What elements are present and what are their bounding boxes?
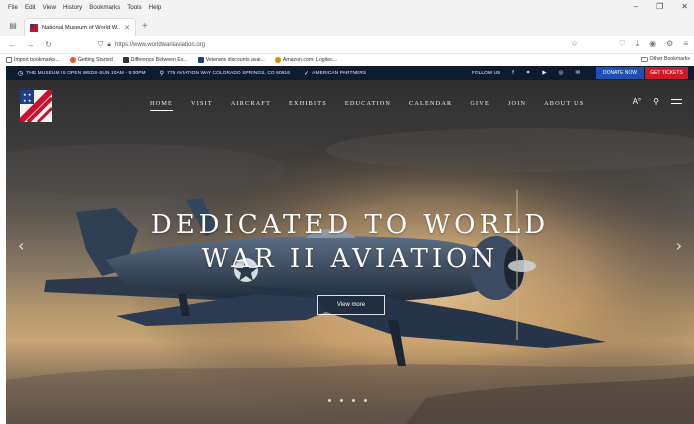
clock-icon: ◷: [18, 70, 24, 77]
slider-dots: [328, 399, 367, 402]
follow-label: FOLLOW US: [472, 70, 501, 76]
lock-icon[interactable]: 🔒︎: [107, 41, 111, 49]
url-text[interactable]: https://www.worldwariiaviation.org: [115, 42, 205, 48]
import-icon: [6, 57, 12, 63]
menu-file[interactable]: File: [8, 4, 18, 11]
shield-icon[interactable]: ⛉: [98, 41, 103, 49]
address-info[interactable]: ⚲ 775 AVIATION WAY COLORADO SPRINGS, CO …: [160, 70, 290, 77]
other-bookmarks[interactable]: Other Bookmarks: [640, 56, 690, 62]
nav-join[interactable]: JOIN: [508, 100, 526, 107]
window-controls: – ❐ ✕: [634, 2, 688, 11]
tab-title: National Museum of World W...: [42, 24, 121, 31]
bookmark-veterans[interactable]: Veterans discounts avai...: [197, 57, 265, 63]
menu-bookmarks[interactable]: Bookmarks: [89, 4, 120, 11]
menu-edit[interactable]: Edit: [25, 4, 36, 11]
slide-dot[interactable]: [340, 399, 343, 402]
follow-us: FOLLOW US f ✦ ▶ ◎ ✉: [472, 66, 580, 80]
menu-tools[interactable]: Tools: [127, 4, 141, 11]
slider-next-arrow-icon[interactable]: ›: [676, 236, 682, 255]
nav-give[interactable]: GIVE: [470, 100, 490, 107]
museum-logo[interactable]: ★ ★ ★ ★: [20, 90, 52, 122]
slider-prev-arrow-icon[interactable]: ‹: [18, 236, 24, 255]
nav-calendar[interactable]: CALENDAR: [409, 100, 452, 107]
nav-exhibits[interactable]: EXHIBITS: [289, 100, 327, 107]
youtube-icon[interactable]: ▶: [542, 70, 546, 76]
menu-history[interactable]: History: [63, 4, 82, 11]
text-size-icon[interactable]: A°: [633, 97, 642, 106]
get-tickets-button[interactable]: GET TICKETS: [645, 67, 688, 79]
account-icon[interactable]: ◉: [649, 39, 656, 49]
hero-headline-line1: DEDICATED TO WORLD: [150, 210, 550, 240]
facebook-icon[interactable]: f: [512, 70, 514, 76]
minimize-button[interactable]: –: [634, 2, 638, 11]
svg-text:★ ★: ★ ★: [23, 98, 32, 103]
bookmarks-bar: Import bookmarks... Getting Started Diff…: [0, 54, 694, 66]
maximize-button[interactable]: ❐: [656, 2, 663, 11]
tab-bar: ▤ National Museum of World W... ✕ +: [0, 14, 694, 36]
new-tab-icon[interactable]: +: [142, 21, 148, 32]
nav-education[interactable]: EDUCATION: [345, 100, 391, 107]
bookmark-amazon[interactable]: Amazon.com: Logitec...: [274, 57, 337, 63]
close-tab-icon[interactable]: ✕: [124, 24, 130, 32]
tab-list-icon[interactable]: ▤: [6, 18, 20, 32]
site-icon: [197, 57, 204, 63]
reload-icon[interactable]: ↻: [44, 40, 53, 49]
hero-tools: A° ⚲: [633, 97, 682, 106]
forward-icon[interactable]: →: [26, 40, 35, 49]
hours-info: ◷ THE MUSEUM IS OPEN WEDS-SUN 10AM - 5:0…: [18, 70, 146, 77]
menu-view[interactable]: View: [43, 4, 56, 11]
back-icon[interactable]: ←: [8, 40, 17, 49]
menu-help[interactable]: Help: [149, 4, 162, 11]
instagram-icon[interactable]: ◎: [559, 70, 564, 76]
folder-icon: [640, 56, 648, 62]
address-bar[interactable]: ⛉ 🔒︎ https://www.worldwariiaviation.org …: [98, 38, 582, 52]
pocket-icon[interactable]: ♡: [618, 39, 625, 49]
browser-menubar: File Edit View History Bookmarks Tools H…: [0, 0, 694, 14]
nav-about-us[interactable]: ABOUT US: [544, 100, 584, 107]
page-icon: [122, 57, 129, 63]
nav-visit[interactable]: VISIT: [191, 100, 213, 107]
slide-dot[interactable]: [364, 399, 367, 402]
svg-text:★ ★: ★ ★: [23, 92, 32, 97]
search-icon[interactable]: ⚲: [653, 97, 659, 106]
flag-favicon-icon: [30, 23, 38, 32]
navigation-toolbar: ← → ↻ ⛉ 🔒︎ https://www.worldwariiaviatio…: [0, 36, 694, 54]
bookmark-difference[interactable]: Difference Between Ex...: [122, 57, 188, 63]
amazon-icon: [274, 57, 281, 63]
check-icon: ✓: [304, 70, 310, 77]
slide-dot[interactable]: [352, 399, 355, 402]
hero-headline-line2: WAR II AVIATION: [201, 244, 499, 274]
email-icon[interactable]: ✉: [575, 70, 580, 76]
firefox-icon: [69, 57, 76, 63]
app-menu-icon[interactable]: ≡: [683, 39, 688, 49]
affiliate-info[interactable]: ✓ AMERICAN PARTNERS: [304, 70, 366, 77]
bookmark-import[interactable]: Import bookmarks...: [6, 57, 60, 63]
main-navigation: HOME VISIT AIRCRAFT EXHIBITS EDUCATION C…: [150, 100, 602, 111]
browser-tab[interactable]: National Museum of World W... ✕: [24, 18, 136, 36]
bookmark-star-icon[interactable]: ☆: [571, 39, 578, 48]
view-more-button[interactable]: View more: [317, 295, 385, 315]
close-window-button[interactable]: ✕: [681, 2, 688, 11]
donate-now-button[interactable]: DONATE NOW: [596, 67, 644, 79]
extensions-icon[interactable]: ⚙: [666, 39, 673, 49]
nav-aircraft[interactable]: AIRCRAFT: [231, 100, 271, 107]
toolbar-right: ♡ ⤓ ◉ ⚙ ≡: [618, 39, 688, 49]
twitter-icon[interactable]: ✦: [526, 70, 531, 76]
hero-section: ★ ★ ★ ★ HOME VISIT AIRCRAFT EXHIBITS EDU…: [6, 80, 694, 424]
hamburger-menu-icon[interactable]: [671, 98, 682, 106]
slide-dot[interactable]: [328, 399, 331, 402]
bookmark-getting-started[interactable]: Getting Started: [69, 57, 113, 63]
nav-home[interactable]: HOME: [150, 100, 174, 111]
download-icon[interactable]: ⤓: [636, 39, 640, 49]
site-info-bar: ◷ THE MUSEUM IS OPEN WEDS-SUN 10AM - 5:0…: [6, 66, 694, 80]
map-pin-icon: ⚲: [159, 70, 165, 77]
